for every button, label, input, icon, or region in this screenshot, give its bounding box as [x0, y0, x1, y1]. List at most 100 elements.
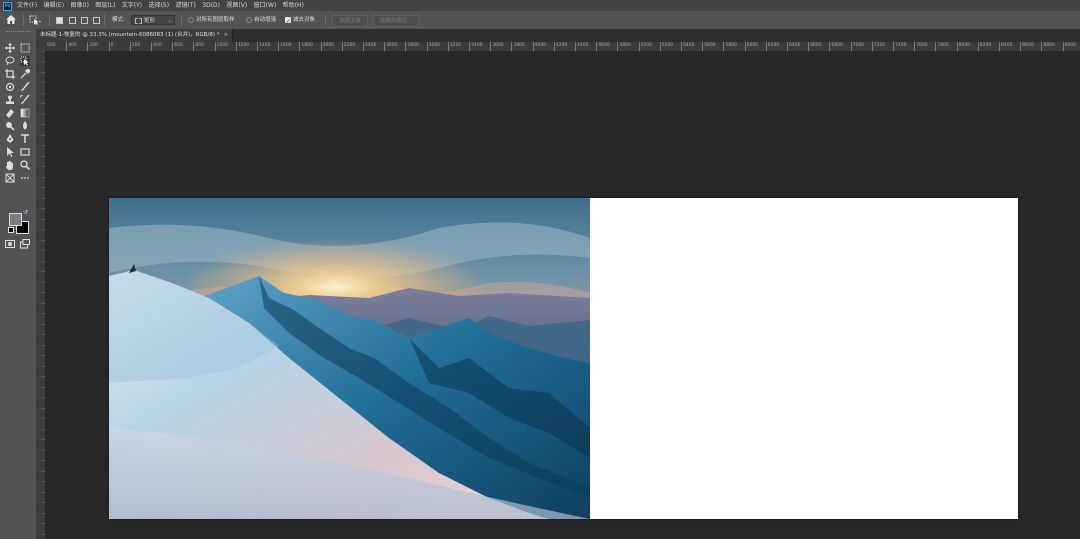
- menu-window[interactable]: 窗口(W): [254, 2, 277, 9]
- ruler-tick: [638, 42, 640, 51]
- brush-tool[interactable]: [20, 82, 30, 92]
- crop-tool[interactable]: [5, 69, 15, 79]
- menu-select[interactable]: 选择(S): [149, 2, 170, 9]
- clone-stamp-tool[interactable]: [5, 95, 15, 105]
- foreground-color-swatch[interactable]: [9, 213, 22, 226]
- menu-image[interactable]: 图像(I): [70, 2, 88, 9]
- document-canvas[interactable]: [109, 198, 1018, 519]
- panel-grip[interactable]: [6, 31, 30, 35]
- new-selection-button[interactable]: [56, 16, 63, 24]
- document-tab[interactable]: 未标题-1-恢复的 @ 33.3% (mountain-6086083 (1) …: [36, 29, 234, 42]
- ruler-label: 8400: [1001, 43, 1013, 48]
- ruler-tick: [511, 42, 513, 51]
- blur-tool[interactable]: [20, 121, 30, 131]
- frame-tool[interactable]: [5, 82, 15, 92]
- pen-tool[interactable]: [5, 134, 15, 144]
- lasso-icon: [5, 56, 15, 66]
- mode-dropdown[interactable]: 矩形 ⌄: [131, 15, 175, 25]
- ruler-tick: [829, 42, 831, 51]
- ruler-label: 8800: [1043, 43, 1055, 48]
- dodge-tool[interactable]: [5, 121, 15, 131]
- quick-mask-button[interactable]: [5, 239, 15, 249]
- horizontal-ruler[interactable]: 600 400 200 0 200 400 600 800 1000 1200 1400 1600 18…: [46, 42, 1080, 52]
- ruler-label: 4600: [598, 43, 610, 48]
- ruler-tick: [744, 42, 746, 51]
- marquee-icon: [20, 43, 30, 53]
- menu-view[interactable]: 视图(V): [226, 2, 247, 9]
- select-subject-button[interactable]: 选择主体: [332, 14, 368, 27]
- menu-file[interactable]: 文件(F): [17, 2, 37, 9]
- rectangle-tool[interactable]: [20, 147, 30, 157]
- rectangular-marquee-tool[interactable]: [20, 43, 30, 53]
- ruler-tick: [87, 42, 89, 51]
- tools-panel: ↺: [0, 29, 37, 539]
- select-and-mask-button[interactable]: 选择并遮住...: [373, 14, 419, 27]
- tool-preset-picker[interactable]: [29, 11, 41, 29]
- edit-toolbar-button[interactable]: [5, 173, 15, 183]
- move-icon: [5, 43, 15, 53]
- ruler-tick: [405, 42, 407, 51]
- ruler-label: 5800: [725, 43, 737, 48]
- ruler-label: 2400: [365, 43, 377, 48]
- mode-value: 矩形: [144, 18, 156, 24]
- ruler-label: 600: [47, 43, 56, 48]
- swap-colors-icon[interactable]: ↺: [23, 209, 28, 216]
- auto-enhance-checkbox[interactable]: [246, 17, 252, 23]
- eraser-tool[interactable]: [5, 108, 15, 118]
- hand-tool[interactable]: [5, 160, 15, 170]
- ruler-tick: [723, 42, 725, 51]
- ruler-label: 6200: [767, 43, 780, 48]
- ruler-tick: [977, 42, 979, 51]
- photoshop-logo-icon: Ps: [3, 2, 12, 11]
- ruler-label: 400: [68, 43, 77, 48]
- brush-icon: [21, 82, 30, 91]
- chevron-down-icon: ⌄: [167, 18, 172, 24]
- vertical-ruler[interactable]: [36, 51, 46, 539]
- menu-filter[interactable]: 滤镜(T): [176, 2, 196, 9]
- history-brush-tool[interactable]: [20, 95, 30, 105]
- subtract-object-checkbox[interactable]: [285, 13, 291, 31]
- intersect-selection-button[interactable]: [93, 16, 100, 24]
- menu-3d[interactable]: 3D(D): [202, 2, 220, 9]
- type-tool[interactable]: [20, 134, 30, 144]
- lasso-tool[interactable]: [5, 56, 15, 66]
- stamp-icon: [6, 95, 14, 104]
- home-button[interactable]: [6, 11, 18, 29]
- subtract-from-selection-button[interactable]: [81, 16, 88, 24]
- ruler-tick: [151, 42, 152, 51]
- object-select-icon: [29, 15, 41, 25]
- ruler-label: 1600: [280, 43, 292, 48]
- menu-help[interactable]: 帮助(H): [283, 2, 304, 9]
- ruler-label: 5000: [640, 43, 653, 48]
- ruler-origin[interactable]: [36, 42, 46, 51]
- ruler-tick: [702, 42, 704, 51]
- add-to-selection-button[interactable]: [69, 16, 76, 24]
- menu-type[interactable]: 文字(Y): [122, 2, 142, 9]
- menu-layer[interactable]: 图层(L): [95, 2, 115, 9]
- path-selection-tool[interactable]: [5, 147, 15, 157]
- ruler-tick: [765, 42, 767, 51]
- gradient-tool[interactable]: [20, 108, 30, 118]
- ruler-tick: [1062, 42, 1064, 51]
- ruler-label: 400: [153, 43, 162, 48]
- ruler-label: 8600: [1022, 43, 1034, 48]
- ruler-label: 3600: [492, 43, 504, 48]
- close-icon[interactable]: ×: [223, 32, 228, 38]
- ruler-label: 6600: [810, 43, 822, 48]
- ruler-tick: [956, 42, 958, 51]
- default-colors-icon[interactable]: [8, 227, 14, 233]
- zoom-tool[interactable]: [20, 160, 30, 170]
- menu-bar: Ps 文件(F) 编辑(E) 图像(I) 图层(L) 文字(Y) 选择(S) 滤…: [0, 0, 1080, 11]
- document-tab-title: 未标题-1-恢复的 @ 33.3% (mountain-6086083 (1) …: [40, 32, 220, 38]
- sample-all-layers-checkbox[interactable]: [188, 17, 194, 23]
- screen-mode-button[interactable]: [20, 239, 30, 249]
- ruler-tick: [299, 42, 301, 51]
- move-tool[interactable]: [5, 43, 15, 53]
- more-tools-button[interactable]: [20, 173, 30, 183]
- ruler-label: 3400: [471, 43, 483, 48]
- menu-edit[interactable]: 编辑(E): [44, 2, 64, 9]
- eyedropper-tool[interactable]: [20, 69, 30, 79]
- ruler-label: 3000: [428, 43, 441, 48]
- object-selection-tool[interactable]: [20, 56, 30, 66]
- mountain-photo-layer[interactable]: [109, 198, 590, 519]
